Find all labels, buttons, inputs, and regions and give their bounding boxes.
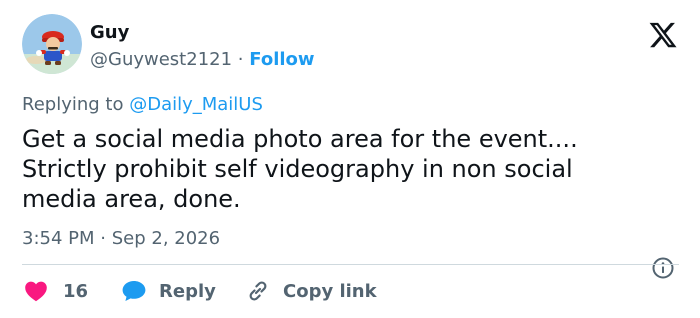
user-name[interactable]: Guy [90,22,129,43]
copy-link-label: Copy link [283,280,377,302]
tweet-text-line: Strictly prohibit self videography in no… [22,155,573,183]
mario-avatar-icon[interactable] [22,14,82,74]
reply-context: Replying to @Daily_MailUS [22,94,263,115]
x-logo-icon[interactable] [648,20,678,50]
follow-button[interactable]: Follow [249,49,314,70]
divider [22,264,679,265]
reply-button[interactable]: Reply [121,278,216,304]
timestamp-separator: · [100,228,106,249]
tweet-text-line: media area, done. [22,185,241,213]
reply-mention-link[interactable]: @Daily_MailUS [129,94,263,115]
replying-to-label: Replying to [22,94,130,115]
like-button[interactable]: 16 [24,278,88,304]
handle-row: @Guywest2121 · Follow [90,49,315,70]
reply-bubble-icon [121,279,147,303]
tweet-card: Guy @Guywest2121 · Follow Replying to @D… [0,0,700,318]
timestamp-time: 3:54 PM [22,228,95,249]
timestamp-date: Sep 2, 2026 [111,228,221,249]
reply-label: Reply [159,280,216,302]
timestamp[interactable]: 3:54 PM · Sep 2, 2026 [22,228,220,249]
info-icon[interactable] [652,257,674,279]
user-handle[interactable]: @Guywest2121 [90,49,232,70]
tweet-text-line: Get a social media photo area for the ev… [22,125,578,153]
handle-separator: · [237,49,244,70]
like-count: 16 [63,280,89,302]
link-icon [245,278,271,304]
heart-icon [24,280,48,302]
tweet-text: Get a social media photo area for the ev… [22,124,672,214]
copy-link-button[interactable]: Copy link [245,278,377,304]
